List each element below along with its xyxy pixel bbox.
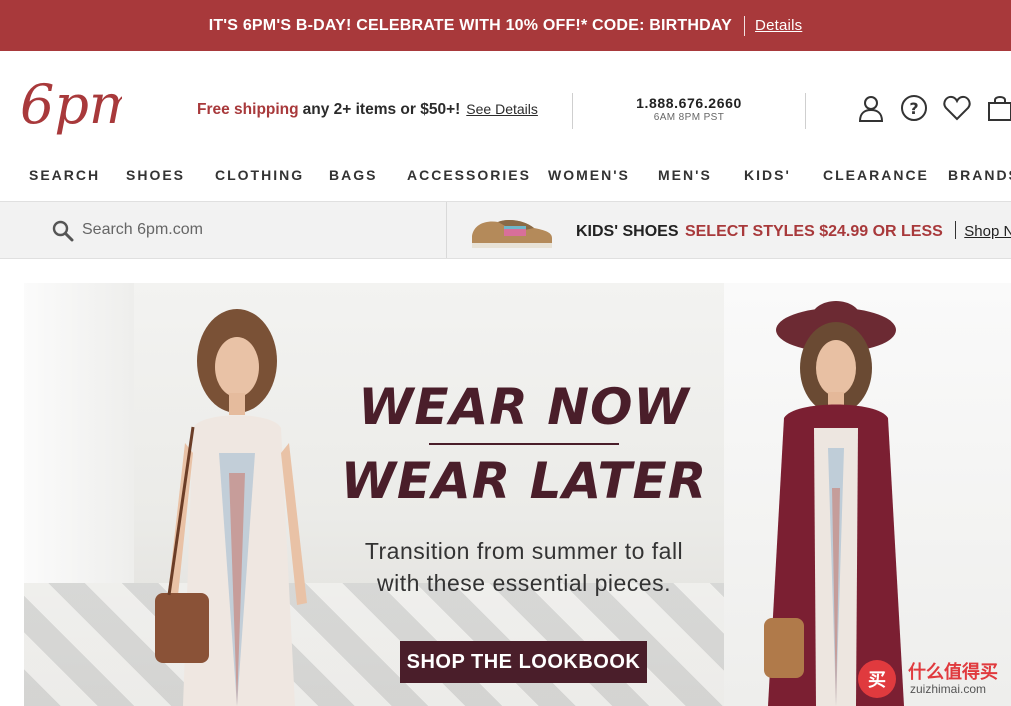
- nav-item-clearance[interactable]: CLEARANCE: [823, 167, 929, 183]
- promo-text: IT'S 6PM'S B-DAY! CELEBRATE WITH 10% OFF…: [208, 16, 733, 34]
- hero-model-left-image: [155, 309, 307, 706]
- main-nav: SEARCH SHOES CLOTHING BAGS ACCESSORIES W…: [0, 161, 1011, 191]
- search-icon[interactable]: [52, 220, 74, 242]
- shipping-promo: Free shipping any 2+ items or $50+! See De…: [197, 101, 538, 119]
- hero-subcopy-line2: with these essential pieces.: [377, 570, 671, 596]
- header-icons: ?: [857, 93, 1011, 125]
- search-row: KIDS' SHOES SELECT STYLES $24.99 OR LESS…: [0, 201, 1011, 259]
- kids-banner-text: KIDS' SHOES SELECT STYLES $24.99 OR LESS…: [576, 221, 1011, 241]
- hero-subcopy: Transition from summer to fall with thes…: [324, 535, 724, 599]
- hero-window-light: [24, 283, 134, 583]
- kids-banner-divider: [955, 221, 957, 239]
- shopping-bag-icon[interactable]: [986, 93, 1011, 123]
- nav-item-womens[interactable]: WOMEN'S: [548, 167, 630, 183]
- hero-headline: WEAR NOW WEAR LATER: [324, 379, 724, 509]
- promo-banner: IT'S 6PM'S B-DAY! CELEBRATE WITH 10% OFF…: [0, 0, 1011, 51]
- kids-offer-text: SELECT STYLES $24.99 OR LESS: [684, 223, 943, 240]
- search-input[interactable]: [82, 216, 432, 244]
- kids-shoe-image: [472, 220, 552, 248]
- see-details-link[interactable]: See Details: [466, 101, 538, 117]
- nav-item-shoes[interactable]: SHOES: [126, 167, 185, 183]
- hero-model-right-image: [764, 301, 904, 706]
- nav-item-search[interactable]: SEARCH: [29, 167, 100, 183]
- hero-headline-rule: [429, 443, 619, 445]
- header-divider: [572, 93, 573, 129]
- watermark-url: zuizhimai.com: [910, 682, 987, 696]
- svg-text:6pm: 6pm: [20, 73, 122, 136]
- free-shipping-text: Free shipping: [197, 101, 299, 118]
- hero-headline-line1: WEAR NOW: [358, 378, 690, 436]
- promo-details-link[interactable]: Details: [755, 17, 802, 34]
- hero-headline-line2: WEAR LATER: [340, 452, 708, 510]
- nav-item-mens[interactable]: MEN'S: [658, 167, 712, 183]
- nav-item-bags[interactable]: BAGS: [329, 167, 377, 183]
- support-hours: 6AM 8PM PST: [653, 112, 725, 123]
- site-header: 6pm Free shippingany 2+ items or $50+! Se…: [0, 51, 1011, 151]
- nav-item-brands[interactable]: BRANDS: [948, 167, 1011, 183]
- watermark: 买 什么值得买 zuizhimai.com: [858, 654, 1008, 700]
- logo[interactable]: 6pm: [20, 73, 122, 137]
- svg-text:?: ?: [909, 99, 918, 118]
- shop-the-lookbook-button[interactable]: SHOP THE LOOKBOOK: [400, 641, 647, 683]
- watermark-cn-text: 什么值得买: [908, 662, 998, 682]
- shipping-conditions: any 2+ items or $50+!: [302, 101, 461, 118]
- hero-banner[interactable]: WEAR NOW WEAR LATER Transition from summ…: [24, 283, 1011, 706]
- header-divider: [805, 93, 806, 129]
- nav-item-clothing[interactable]: CLOTHING: [215, 167, 304, 183]
- favorites-heart-icon[interactable]: [943, 93, 971, 123]
- 6pm-logo-icon: 6pm: [20, 73, 122, 136]
- account-icon[interactable]: [857, 93, 885, 123]
- kids-shoes-label: KIDS' SHOES: [576, 223, 679, 240]
- nav-item-accessories[interactable]: ACCESSORIES: [407, 167, 531, 183]
- watermark-badge-icon: 买: [858, 660, 896, 698]
- phone-block: 1.888.676.2660 6AM 8PM PST: [600, 95, 778, 123]
- kids-shoes-banner[interactable]: KIDS' SHOES SELECT STYLES $24.99 OR LESS…: [448, 202, 1011, 258]
- shop-now-link[interactable]: Shop Now: [964, 223, 1011, 240]
- nav-item-kids[interactable]: KIDS': [744, 167, 791, 183]
- phone-number[interactable]: 1.888.676.2660: [600, 95, 778, 111]
- help-icon[interactable]: ?: [900, 93, 928, 123]
- hero-subcopy-line1: Transition from summer to fall: [364, 538, 684, 564]
- promo-divider: [744, 15, 746, 36]
- search-box: [0, 202, 447, 258]
